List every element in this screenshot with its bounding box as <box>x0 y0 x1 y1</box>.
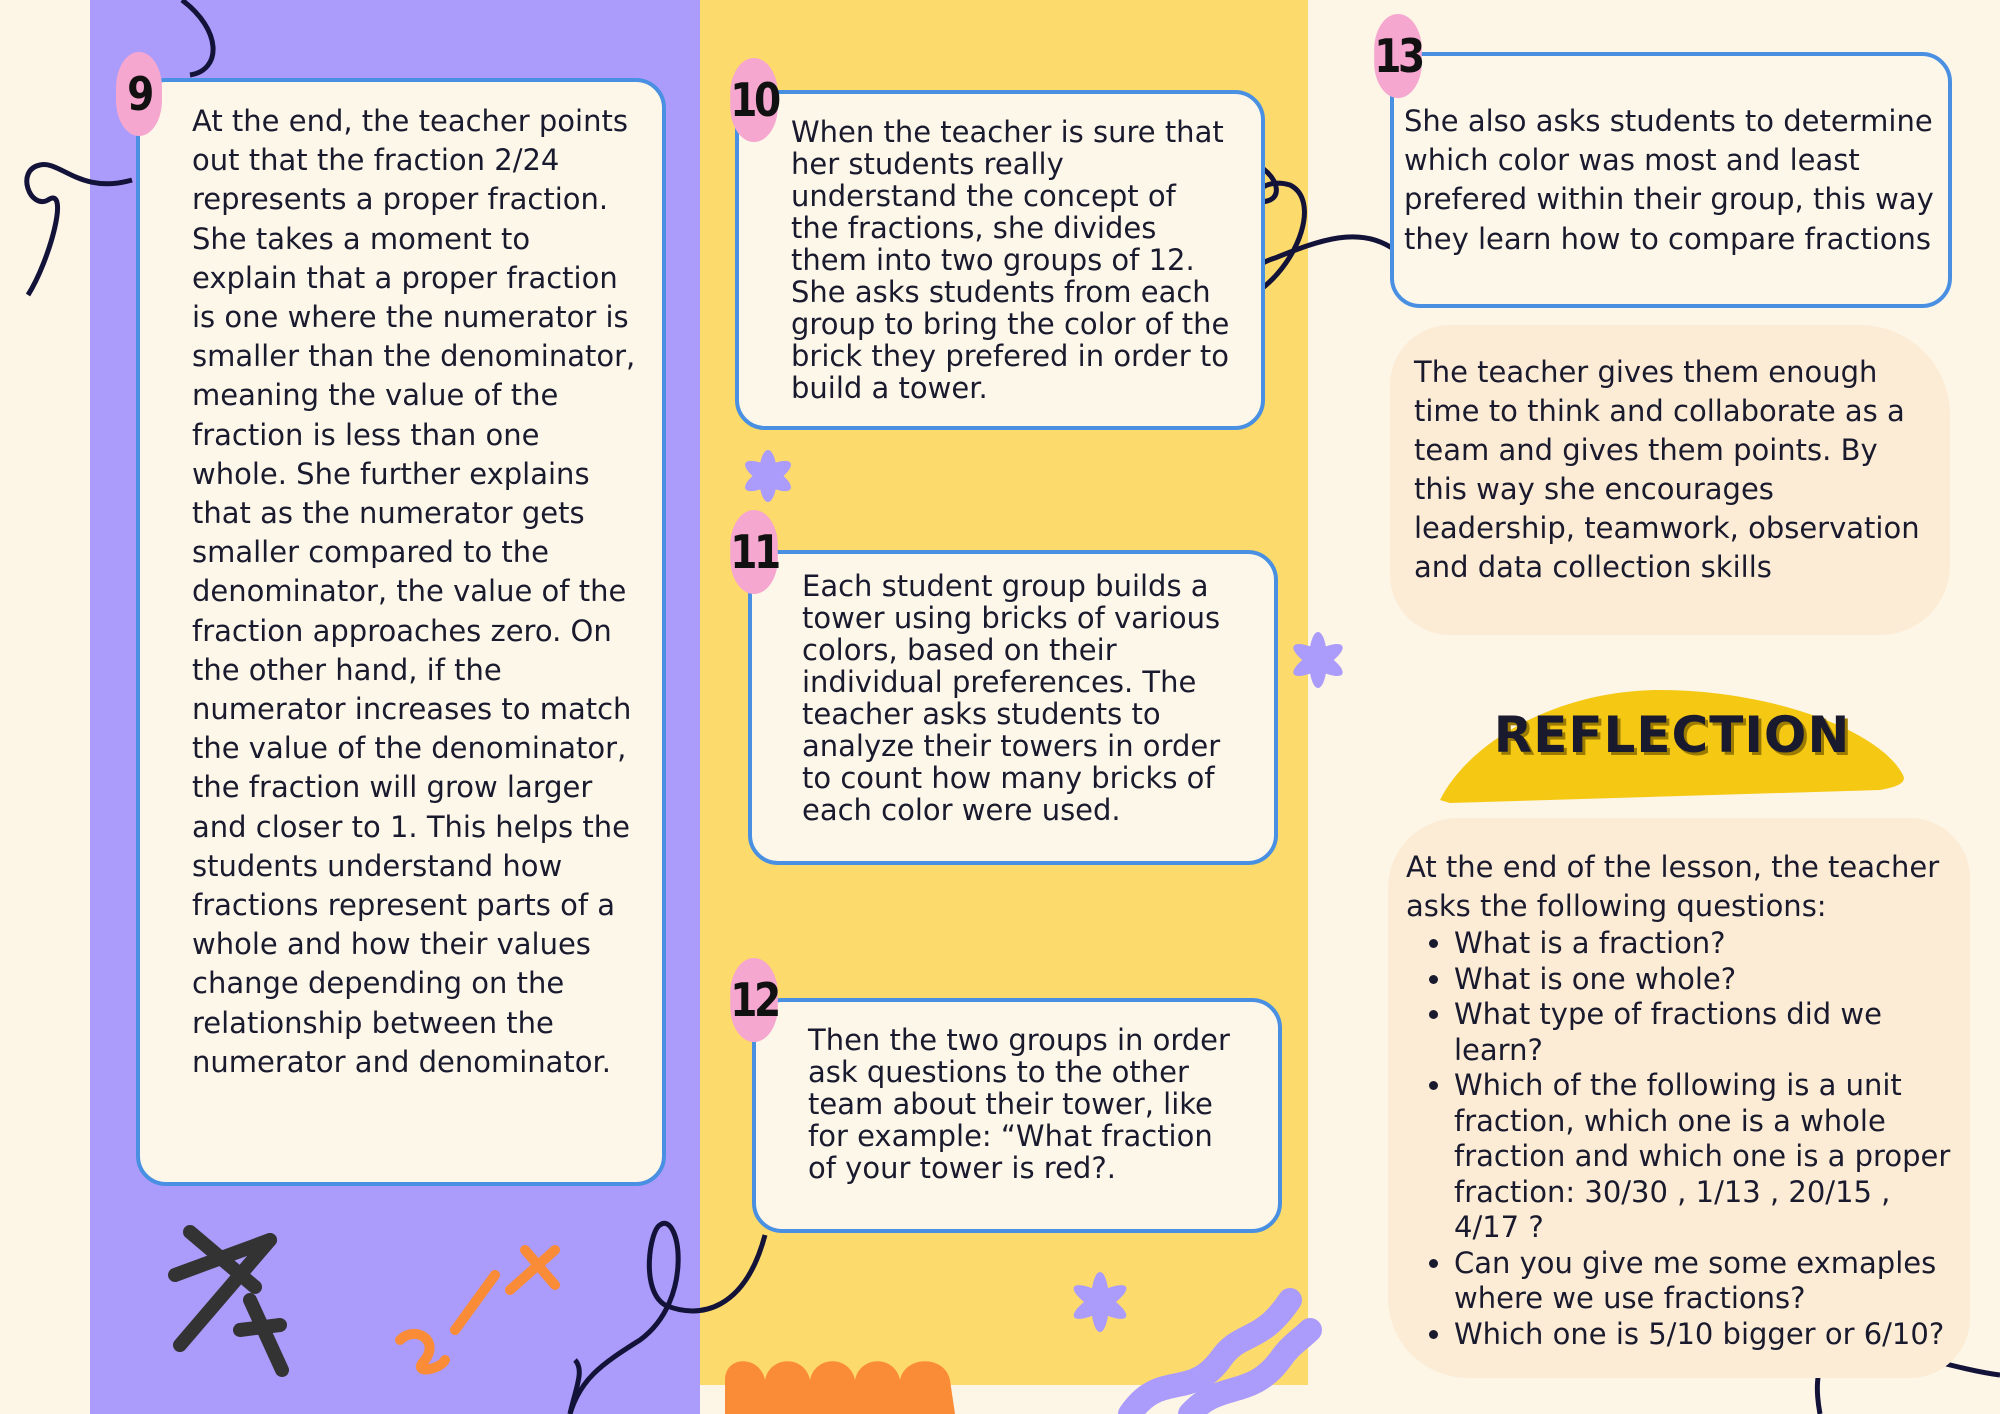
reflection-intro: At the end of the lesson, the teacher as… <box>1406 850 1940 923</box>
asterisk-3 <box>1073 1272 1127 1332</box>
asterisk-2 <box>1293 632 1343 688</box>
step-card-13: She also asks students to determine whic… <box>1390 52 1952 308</box>
step-card-11: Each student group builds a tower using … <box>748 550 1278 865</box>
step-text: She also asks students to determine whic… <box>1404 104 1934 256</box>
fraction-half-icon <box>395 1245 560 1375</box>
question-item: Which one is 5/10 bigger or 6/10? <box>1454 1317 1960 1353</box>
squiggle-top <box>180 0 216 78</box>
step-badge-13: 13 <box>1374 14 1425 98</box>
step-text: Each student group builds a tower using … <box>802 569 1221 827</box>
question-item: What is one whole? <box>1454 962 1960 998</box>
step-badge-9: 9 <box>116 52 162 136</box>
question-list: What is a fraction? What is one whole? W… <box>1406 926 1960 1352</box>
step-text: When the teacher is sure that her studen… <box>791 115 1230 405</box>
step-text: Then the two groups in order ask questio… <box>808 1023 1230 1185</box>
squiggle-left <box>24 162 133 297</box>
step-text: At the end, the teacher points out that … <box>192 104 636 1079</box>
step-card-9: At the end, the teacher points out that … <box>136 78 666 1186</box>
question-item: Can you give me some exmaples where we u… <box>1454 1246 1960 1317</box>
question-item: What type of fractions did we learn? <box>1454 997 1960 1068</box>
orange-scallops <box>725 1361 955 1414</box>
purple-waves <box>1118 1288 1322 1414</box>
step-badge-11: 11 <box>730 510 781 594</box>
question-item: What is a fraction? <box>1454 926 1960 962</box>
reflection-questions: At the end of the lesson, the teacher as… <box>1388 818 1970 1378</box>
step-badge-10: 10 <box>730 58 781 142</box>
question-item: Which of the following is a unit fractio… <box>1454 1068 1960 1246</box>
step-card-12: Then the two groups in order ask questio… <box>752 998 1282 1233</box>
teamwork-note: The teacher gives them enough time to th… <box>1390 325 1950 635</box>
fraction-xy-icon <box>168 1225 289 1377</box>
step-card-10: When the teacher is sure that her studen… <box>735 90 1265 430</box>
teamwork-note-text: The teacher gives them enough time to th… <box>1414 355 1920 584</box>
asterisk-1 <box>745 450 791 502</box>
reflection-title: REFLECTION <box>1493 706 1851 764</box>
step-badge-12: 12 <box>730 958 781 1042</box>
